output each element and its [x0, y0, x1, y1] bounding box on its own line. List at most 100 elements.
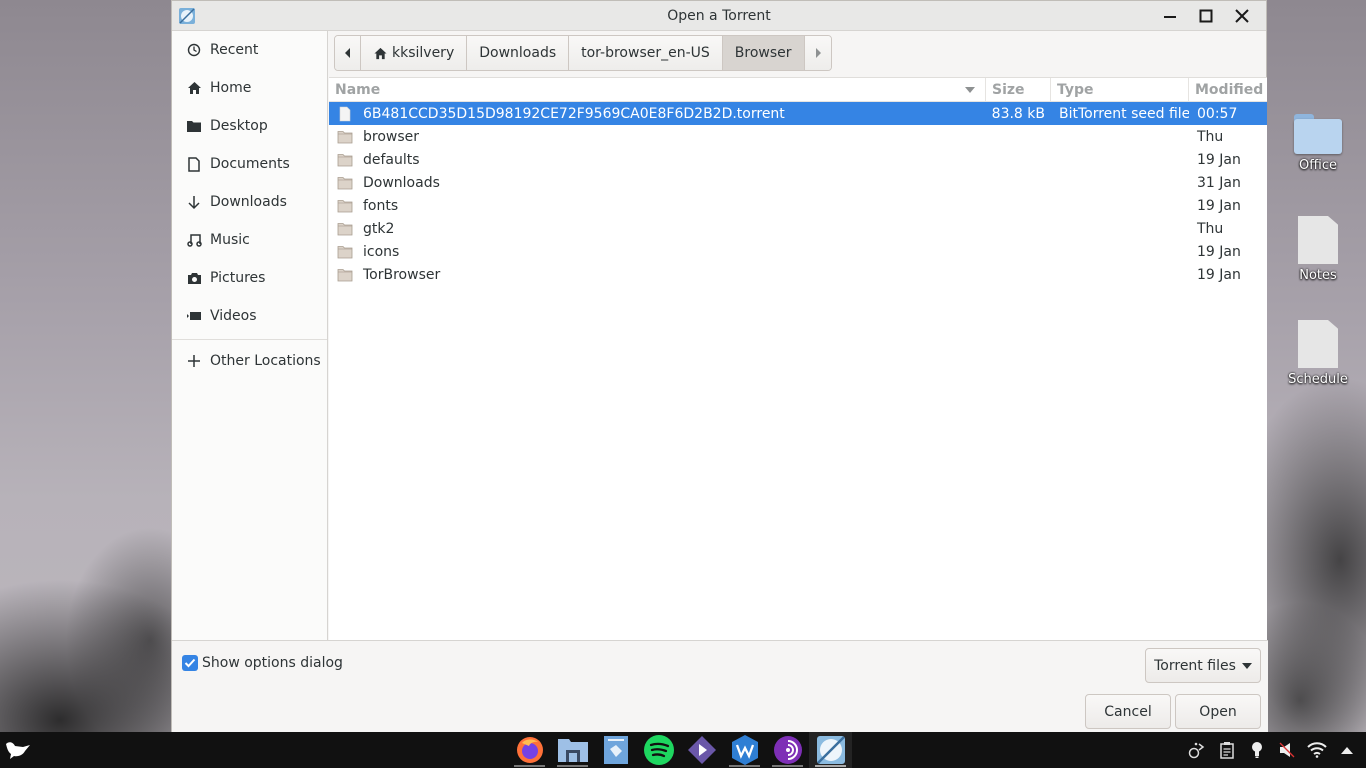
lightbulb-icon [1252, 742, 1262, 758]
file-size-cell [986, 240, 1051, 263]
cancel-button[interactable]: Cancel [1085, 694, 1171, 729]
start-menu-button[interactable] [4, 738, 32, 762]
column-header-name[interactable]: Name [329, 78, 986, 101]
sidebar-item-downloads[interactable]: Downloads [172, 183, 327, 221]
sidebar-item-videos[interactable]: Videos [172, 297, 327, 335]
taskbar-apps [508, 732, 852, 768]
file-name-cell: icons [329, 240, 986, 263]
desktop-icon-schedule[interactable]: Schedule [1278, 320, 1358, 387]
file-modified-cell: 31 Jan [1189, 171, 1267, 194]
file-icon [339, 106, 351, 121]
desktop-icon-notes[interactable]: Notes [1278, 216, 1358, 283]
sidebar-separator [172, 339, 327, 340]
file-name-cell: fonts [329, 194, 986, 217]
column-header-modified[interactable]: Modified [1189, 78, 1267, 101]
taskbar-app-spotify[interactable] [637, 732, 680, 768]
close-button[interactable] [1224, 1, 1260, 31]
sidebar-item-label: Downloads [210, 194, 287, 210]
running-indicator [729, 765, 760, 767]
path-scroll-left-button[interactable] [335, 36, 361, 70]
open-label: Open [1199, 703, 1237, 720]
spotify-icon [643, 735, 674, 765]
column-header-size[interactable]: Size [986, 78, 1051, 101]
desktop-icon-label: Schedule [1288, 372, 1348, 387]
firefox-icon [516, 737, 543, 763]
file-size-cell [986, 217, 1051, 240]
wps-office-icon [731, 735, 758, 765]
path-segment-label: Browser [734, 45, 792, 61]
sidebar-item-recent[interactable]: Recent [172, 31, 327, 69]
file-name-cell: TorBrowser [329, 263, 986, 286]
path-scroll-right-button[interactable] [804, 36, 831, 70]
taskbar-app-transmission[interactable] [809, 732, 852, 768]
minimize-button[interactable] [1152, 1, 1188, 31]
taskbar-app-notes[interactable] [594, 732, 637, 768]
tray-volume[interactable] [1272, 732, 1302, 768]
chevron-right-icon [815, 48, 821, 58]
file-row[interactable]: gtk2 Thu [329, 217, 1267, 240]
path-segment-tor-browser[interactable]: tor-browser_en-US [569, 36, 723, 70]
path-segment-browser[interactable]: Browser [722, 36, 805, 70]
file-list-rows: 6B481CCD35D15D98192CE72F9569CA0E8F6D2B2D… [329, 102, 1267, 286]
file-filter-dropdown[interactable]: Torrent files [1145, 648, 1261, 683]
tray-expand-button[interactable] [1332, 732, 1362, 768]
file-row[interactable]: icons 19 Jan [329, 240, 1267, 263]
path-segment-home[interactable]: kksilvery [361, 36, 468, 70]
taskbar-app-files[interactable] [551, 732, 594, 768]
file-row[interactable]: 6B481CCD35D15D98192CE72F9569CA0E8F6D2B2D… [329, 102, 1267, 125]
sort-descending-icon [965, 87, 975, 93]
tray-clipboard[interactable] [1212, 732, 1242, 768]
file-size-cell [986, 194, 1051, 217]
maximize-button[interactable] [1188, 1, 1224, 31]
file-row[interactable]: browser Thu [329, 125, 1267, 148]
dialog-footer: Show options dialog Torrent files Cancel… [172, 640, 1268, 733]
taskbar-app-tor-browser[interactable] [766, 732, 809, 768]
path-segment-downloads[interactable]: Downloads [467, 36, 570, 70]
open-button[interactable]: Open [1175, 694, 1261, 729]
sidebar-item-music[interactable]: Music [172, 221, 327, 259]
column-label: Type [1057, 81, 1094, 98]
file-row[interactable]: TorBrowser 19 Jan [329, 263, 1267, 286]
file-modified-cell: 19 Jan [1189, 240, 1267, 263]
title-bar[interactable]: Open a Torrent [172, 1, 1266, 31]
sidebar-item-label: Pictures [210, 270, 266, 286]
file-type-cell [1051, 125, 1189, 148]
clock-icon [186, 42, 202, 58]
file-modified-cell: 19 Jan [1189, 148, 1267, 171]
sidebar-item-pictures[interactable]: Pictures [172, 259, 327, 297]
window-title: Open a Torrent [667, 7, 771, 24]
desktop-icon-office[interactable]: Office [1278, 114, 1358, 173]
music-note-icon [186, 232, 202, 248]
file-modified: 19 Jan [1197, 151, 1241, 168]
taskbar-app-wps-office[interactable] [723, 732, 766, 768]
column-header-type[interactable]: Type [1051, 78, 1189, 101]
minimize-icon [1164, 16, 1176, 18]
transmission-app-icon [179, 8, 195, 24]
tray-wifi[interactable] [1302, 732, 1332, 768]
sidebar-item-desktop[interactable]: Desktop [172, 107, 327, 145]
file-name-cell: Downloads [329, 171, 986, 194]
document-icon [1298, 320, 1338, 368]
sidebar-item-label: Videos [210, 308, 257, 324]
file-row[interactable]: defaults 19 Jan [329, 148, 1267, 171]
path-segment-label: Downloads [479, 45, 557, 61]
chevron-down-icon [1241, 662, 1252, 669]
places-sidebar: Recent Home Desktop Documents Downloads … [172, 31, 328, 640]
file-name: defaults [363, 151, 420, 168]
tray-night-light[interactable] [1242, 732, 1272, 768]
path-segment-label: tor-browser_en-US [581, 45, 710, 61]
file-name: browser [363, 128, 420, 145]
file-type-cell [1051, 194, 1189, 217]
taskbar-app-media-player[interactable] [680, 732, 723, 768]
path-bar: kksilvery Downloads tor-browser_en-US Br… [334, 35, 832, 71]
file-modified: 19 Jan [1197, 266, 1241, 283]
taskbar-app-firefox[interactable] [508, 732, 551, 768]
file-row[interactable]: fonts 19 Jan [329, 194, 1267, 217]
sidebar-item-other-locations[interactable]: Other Locations [172, 342, 327, 380]
file-row[interactable]: Downloads 31 Jan [329, 171, 1267, 194]
sidebar-item-home[interactable]: Home [172, 69, 327, 107]
show-options-checkbox[interactable]: Show options dialog [182, 655, 343, 671]
tray-network-vpn[interactable] [1182, 732, 1212, 768]
sidebar-item-documents[interactable]: Documents [172, 145, 327, 183]
file-name: icons [363, 243, 400, 260]
